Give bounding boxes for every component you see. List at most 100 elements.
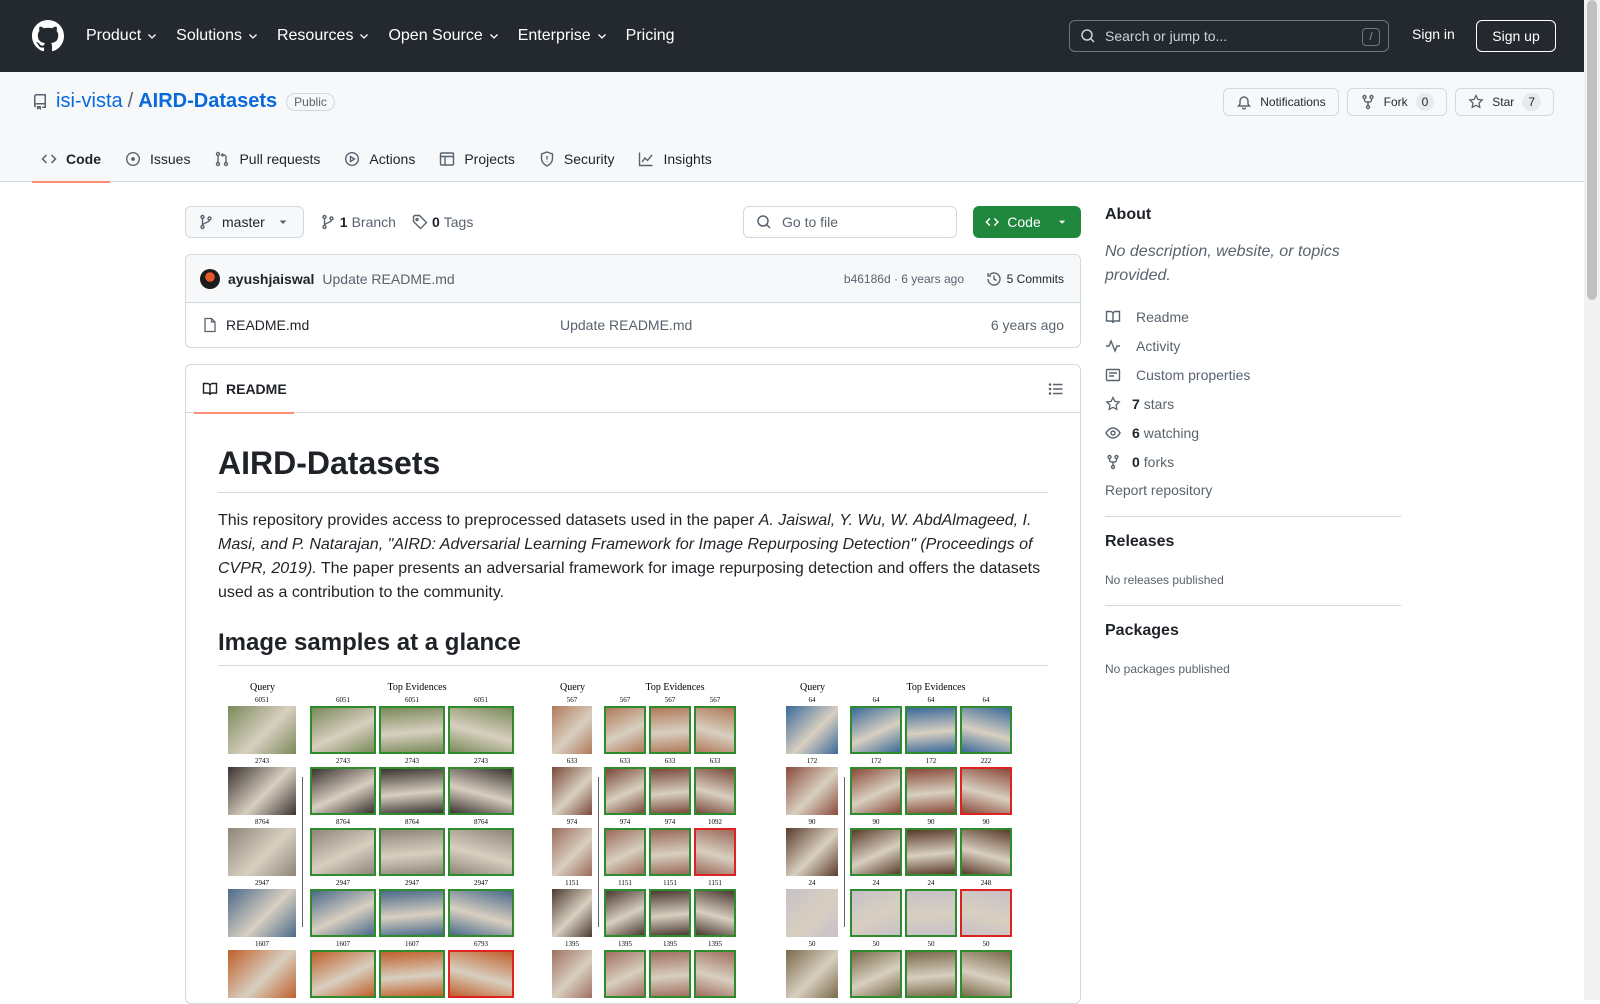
- stars-link[interactable]: 7 stars: [1105, 389, 1401, 418]
- paragraph-end: The paper presents an adversarial framew…: [218, 560, 1041, 601]
- tag-count: 0: [431, 214, 440, 230]
- shield-icon: [540, 151, 554, 167]
- image-id-label: 1395: [565, 940, 579, 948]
- go-to-file-input[interactable]: Go to file: [743, 206, 957, 238]
- tab-insights[interactable]: Insights: [629, 136, 720, 182]
- sign-up-button[interactable]: Sign up: [1476, 20, 1556, 52]
- eye-icon: [1105, 426, 1121, 439]
- readme-link-label: Readme: [1136, 308, 1189, 325]
- query-label: Query: [560, 682, 585, 693]
- about-links: Readme Activity Custom properties 7 stars…: [1105, 302, 1401, 476]
- triangle-down-icon: [279, 220, 287, 224]
- repo-name-link[interactable]: AIRD-Datasets: [138, 90, 277, 113]
- chevron-down-icon: [249, 34, 257, 39]
- code-dropdown-button[interactable]: Code: [973, 206, 1081, 238]
- about-description: No description, website, or topics provi…: [1105, 243, 1340, 284]
- repo-owner-link[interactable]: isi-vista: [56, 90, 123, 113]
- repo-separator: /: [127, 90, 134, 112]
- tab-pull-requests-label: Pull requests: [239, 151, 321, 167]
- query-image: [552, 706, 592, 754]
- query-image: [786, 767, 838, 815]
- scrollbar-thumb[interactable]: [1587, 0, 1597, 300]
- table-icon: [440, 152, 455, 166]
- query-image: [786, 828, 838, 876]
- global-search-input[interactable]: Search or jump to... /: [1069, 20, 1389, 52]
- readme-link[interactable]: Readme: [1105, 302, 1401, 331]
- star-count: 7: [1522, 93, 1541, 111]
- nav-solutions[interactable]: Solutions: [176, 27, 259, 45]
- repo-tabs: Code Issues Pull requests Actions Projec…: [32, 136, 727, 183]
- tab-code[interactable]: Code: [32, 136, 110, 183]
- tags-link[interactable]: 0 Tags: [412, 214, 473, 230]
- chevron-down-icon: [489, 34, 498, 39]
- image-id-label: 1092: [708, 818, 722, 826]
- avatar[interactable]: [200, 268, 220, 289]
- commit-meta[interactable]: b46186d · 6 years ago: [844, 272, 964, 286]
- readme-tab[interactable]: README: [194, 365, 294, 414]
- tab-projects[interactable]: Projects: [430, 136, 524, 182]
- star-icon: [1468, 94, 1484, 109]
- repo-icon: [33, 93, 46, 110]
- activity-link[interactable]: Activity: [1105, 331, 1401, 360]
- report-repository-link[interactable]: Report repository: [1105, 482, 1401, 498]
- page-scrollbar[interactable]: [1584, 0, 1600, 1000]
- commit-message-link[interactable]: Update README.md: [322, 271, 454, 287]
- evidence-image: [694, 950, 736, 998]
- commits-link[interactable]: 5 Commits: [986, 271, 1064, 287]
- image-id-label: 50: [927, 940, 935, 948]
- list-icon[interactable]: [1048, 381, 1064, 397]
- top-evidences-label: Top Evidences: [906, 682, 966, 693]
- top-evidences-label: Top Evidences: [387, 682, 447, 693]
- tab-issues[interactable]: Issues: [116, 136, 199, 182]
- tab-actions[interactable]: Actions: [335, 136, 424, 182]
- issue-icon: [125, 151, 141, 167]
- image-id-label: 64: [872, 696, 880, 704]
- packages-heading[interactable]: Packages: [1105, 622, 1401, 640]
- fork-button[interactable]: Fork 0: [1346, 88, 1448, 116]
- file-name-link[interactable]: README.md: [226, 317, 309, 333]
- nav-pricing[interactable]: Pricing: [626, 27, 675, 45]
- star-button[interactable]: Star 7: [1455, 88, 1554, 116]
- branches-link[interactable]: 1 Branch: [320, 214, 396, 230]
- tab-security[interactable]: Security: [530, 136, 624, 182]
- forks-link[interactable]: 0 forks: [1105, 447, 1401, 476]
- image-id-label: 633: [566, 757, 578, 765]
- evidence-image: [379, 767, 445, 815]
- nav-product[interactable]: Product: [86, 27, 158, 45]
- image-id-label: 1151: [565, 879, 579, 887]
- evidence-image: [310, 828, 376, 876]
- file-commit-link[interactable]: Update README.md: [560, 317, 692, 333]
- custom-properties-link[interactable]: Custom properties: [1105, 360, 1401, 389]
- image-id-label: 90: [872, 818, 880, 826]
- evidence-image: [905, 828, 957, 876]
- about-heading: About: [1105, 206, 1152, 223]
- image-id-label: 222: [980, 757, 992, 765]
- branch-name: master: [222, 214, 265, 230]
- github-logo-icon[interactable]: [32, 20, 64, 52]
- file-age: 6 years ago: [990, 317, 1064, 333]
- readme-panel: README AIRD-Datasets This repository pro…: [185, 364, 1081, 1004]
- nav-resources[interactable]: Resources: [277, 27, 370, 45]
- nav-open-source[interactable]: Open Source: [388, 27, 499, 45]
- repo-title: isi-vista / AIRD-Datasets Public: [32, 90, 335, 113]
- tab-pull-requests[interactable]: Pull requests: [205, 136, 329, 182]
- evidence-image: [649, 767, 691, 815]
- sign-in-link[interactable]: Sign in: [1412, 26, 1455, 42]
- code-icon: [985, 217, 999, 227]
- tab-issues-label: Issues: [150, 151, 191, 167]
- image-id-label: 64: [982, 696, 990, 704]
- image-id-label: 2947: [405, 879, 419, 887]
- notifications-button[interactable]: Notifications: [1223, 88, 1339, 116]
- image-id-label: 1151: [708, 879, 722, 887]
- nav-enterprise[interactable]: Enterprise: [518, 27, 608, 45]
- branch-select-button[interactable]: master: [185, 206, 304, 238]
- evidence-image: [694, 828, 736, 876]
- releases-heading[interactable]: Releases: [1105, 533, 1401, 551]
- file-row[interactable]: README.md Update README.md 6 years ago: [186, 303, 1080, 347]
- chevron-down-icon: [148, 34, 157, 39]
- watching-link[interactable]: 6 watching: [1105, 418, 1401, 447]
- evidence-image: [850, 828, 902, 876]
- image-id-label: 2743: [255, 757, 269, 765]
- panel-divider: [598, 777, 599, 927]
- commit-author-link[interactable]: ayushjaiswal: [228, 271, 314, 287]
